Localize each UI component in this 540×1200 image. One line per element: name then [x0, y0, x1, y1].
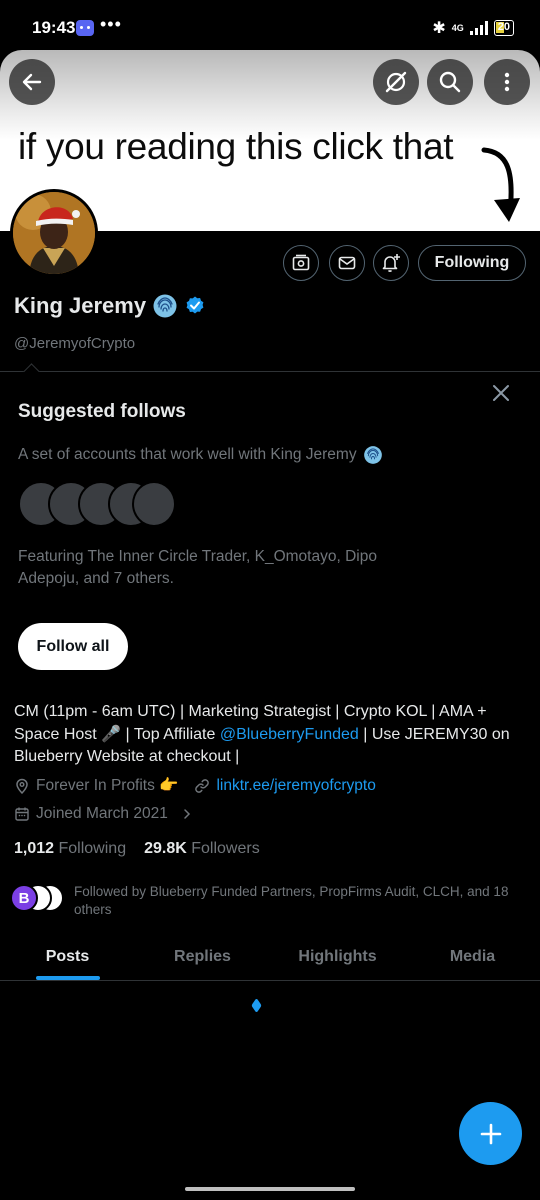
message-button[interactable]	[329, 245, 365, 281]
followed-by[interactable]: B Followed by Blueberry Funded Partners,…	[10, 882, 524, 919]
close-icon	[493, 385, 509, 401]
signal-icon	[469, 21, 488, 35]
status-bar: 19:43 ••• ✱ 4G 20	[0, 0, 540, 56]
profile-meta-location-website: Forever In Profits 👉 linktr.ee/jeremyofc…	[14, 776, 376, 795]
network-type: 4G	[451, 22, 464, 33]
grok-button[interactable]	[373, 59, 419, 105]
profile-website-link[interactable]: linktr.ee/jeremyofcrypto	[216, 777, 375, 795]
discord-notification-icon	[76, 20, 94, 36]
followed-by-avatar: B	[10, 884, 38, 912]
location-pin-icon	[16, 778, 28, 794]
notifications-button[interactable]	[373, 245, 409, 281]
banner-text: if you reading this click that	[18, 126, 454, 167]
following-count: 1,012	[14, 840, 55, 857]
calendar-icon	[15, 807, 29, 821]
follow-all-button[interactable]: Follow all	[18, 623, 128, 670]
link-icon	[195, 778, 210, 793]
bell-plus-icon	[382, 254, 400, 272]
status-time: 19:43	[32, 18, 76, 37]
more-vertical-icon	[504, 72, 510, 92]
battery-level: 20	[497, 21, 510, 33]
suggest-divider	[0, 371, 540, 372]
profile-tabs: Posts Replies Highlights Media	[0, 933, 540, 981]
close-suggestions-button[interactable]	[488, 381, 514, 407]
status-indicators: ✱ 4G 20	[432, 18, 514, 38]
bio-mention-link[interactable]: @BlueberryFunded	[220, 726, 359, 743]
suggested-description-text: A set of accounts that work well with Ki…	[18, 446, 357, 463]
subscription-icon	[292, 254, 310, 271]
following-count-label: Following	[58, 840, 127, 857]
grok-icon	[385, 71, 407, 93]
envelope-icon	[338, 256, 356, 270]
following-count-link[interactable]: 1,012 Following	[14, 840, 126, 858]
suggested-avatar	[132, 481, 176, 527]
followers-count: 29.8K	[144, 840, 187, 857]
tab-media[interactable]: Media	[405, 933, 540, 980]
compose-post-button[interactable]	[459, 1102, 522, 1165]
following-button[interactable]: Following	[418, 245, 526, 281]
search-icon	[439, 71, 461, 93]
followers-count-label: Followers	[191, 840, 260, 857]
followed-by-text: Followed by Blueberry Funded Partners, P…	[74, 884, 509, 917]
suggested-description: A set of accounts that work well with Ki…	[18, 445, 383, 465]
banner-arrow-icon	[481, 147, 520, 222]
profile-avatar[interactable]	[10, 189, 98, 277]
profile-joined-date: Joined March 2021	[36, 805, 168, 822]
chevron-right-icon	[184, 809, 190, 819]
suggest-pointer	[22, 363, 40, 372]
tab-posts[interactable]: Posts	[0, 933, 135, 980]
profile-bio: CM (11pm - 6am UTC) | Marketing Strategi…	[14, 701, 526, 769]
arrow-left-icon	[22, 73, 42, 91]
display-name: King Jeremy	[14, 293, 147, 318]
search-button[interactable]	[427, 59, 473, 105]
profile-stats: 1,012 Following 29.8K Followers	[14, 840, 260, 858]
profile-meta-joined[interactable]: Joined March 2021	[14, 805, 194, 823]
verified-badge-icon[interactable]	[184, 295, 206, 317]
more-notifications-indicator: •••	[100, 14, 122, 34]
plus-icon	[480, 1123, 501, 1144]
profile-location: Forever In Profits 👉	[36, 777, 179, 794]
suggested-featuring: Featuring The Inner Circle Trader, K_Omo…	[18, 548, 377, 587]
more-options-button[interactable]	[484, 59, 530, 105]
gesture-home-bar[interactable]	[185, 1187, 355, 1191]
avatar-image	[13, 192, 95, 274]
profile-name-row: King Jeremy	[14, 293, 206, 319]
subscribe-button[interactable]	[283, 245, 319, 281]
tab-highlights[interactable]: Highlights	[270, 933, 405, 980]
fingerprint-emoji-icon	[153, 294, 177, 318]
bluetooth-icon: ✱	[432, 20, 446, 37]
followed-by-avatars: B	[10, 882, 66, 912]
fingerprint-emoji-icon	[363, 446, 382, 464]
suggested-follows-title: Suggested follows	[18, 401, 186, 422]
tab-replies[interactable]: Replies	[135, 933, 270, 980]
battery-icon: 20	[493, 20, 514, 36]
followers-count-link[interactable]: 29.8K Followers	[144, 840, 260, 858]
back-button[interactable]	[9, 59, 55, 105]
profile-handle: @JeremyofCrypto	[14, 335, 136, 352]
loading-spinner-icon	[251, 998, 262, 1013]
suggested-avatars[interactable]	[18, 481, 188, 527]
